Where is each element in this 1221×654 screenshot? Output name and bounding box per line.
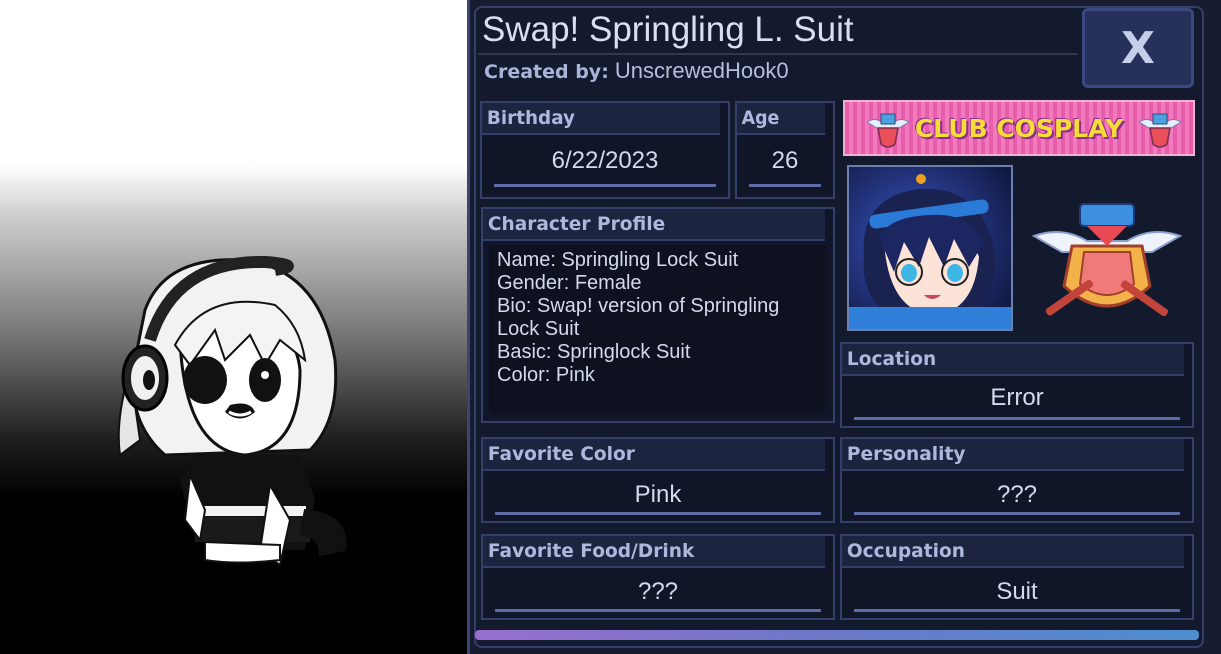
- personality-value: ???: [996, 481, 1038, 508]
- personality-label: Personality: [842, 439, 1184, 471]
- birthday-underline: [494, 184, 716, 187]
- location-field: Location Error: [840, 342, 1194, 428]
- favorite-color-field: Favorite Color Pink: [481, 437, 835, 523]
- favorite-color-label: Favorite Color: [483, 439, 825, 471]
- location-underline: [854, 417, 1180, 420]
- character-stage: [0, 0, 467, 654]
- age-value: 26: [771, 147, 799, 174]
- occupation-label: Occupation: [842, 536, 1184, 568]
- birthday-label: Birthday: [482, 103, 720, 135]
- profile-line-basic: Basic: Springlock Suit: [497, 341, 691, 363]
- created-by-label: Created by:: [484, 61, 609, 83]
- bottom-accent-bar: [475, 630, 1199, 640]
- close-icon: X: [1121, 22, 1155, 74]
- profile-panel: Swap! Springling L. Suit Created by: Uns…: [467, 0, 1221, 654]
- profile-line-gender: Gender: Female: [497, 272, 642, 294]
- favorite-food-value: ???: [637, 578, 679, 605]
- location-label: Location: [842, 344, 1184, 376]
- favorite-food-label: Favorite Food/Drink: [483, 536, 825, 568]
- creator-line: Created by: UnscrewedHook0: [484, 58, 789, 84]
- character-profile-label: Character Profile: [483, 209, 825, 241]
- creator-name: UnscrewedHook0: [614, 58, 789, 83]
- birthday-field: Birthday 6/22/2023: [480, 101, 730, 199]
- club-banner-text: CLUB COSPLAY: [914, 113, 1124, 143]
- profile-line-bio-cont: Lock Suit: [497, 318, 580, 340]
- personality-underline: [854, 512, 1180, 515]
- character-profile-field: Character Profile Name: Springling Lock …: [481, 207, 835, 423]
- age-field: Age 26: [735, 101, 835, 199]
- club-emblem-icon: [1032, 203, 1182, 317]
- club-badge-icon: [1138, 113, 1182, 148]
- occupation-underline: [854, 609, 1180, 612]
- birthday-value: 6/22/2023: [551, 147, 659, 174]
- profile-line-name: Name: Springling Lock Suit: [497, 249, 739, 271]
- occupation-field: Occupation Suit: [840, 534, 1194, 620]
- favorite-food-underline: [495, 609, 821, 612]
- profile-line-bio: Bio: Swap! version of Springling: [497, 295, 780, 317]
- character-sprite: [117, 255, 347, 567]
- location-value: Error: [990, 384, 1044, 411]
- character-avatar[interactable]: [847, 165, 1013, 331]
- close-button[interactable]: X: [1082, 8, 1194, 88]
- favorite-food-field: Favorite Food/Drink ???: [481, 534, 835, 620]
- club-badge-icon: [866, 113, 910, 148]
- favorite-color-value: Pink: [634, 481, 682, 508]
- avatar-illustration: [849, 174, 1011, 329]
- profile-line-color: Color: Pink: [497, 364, 595, 386]
- occupation-value: Suit: [996, 578, 1038, 605]
- personality-field: Personality ???: [840, 437, 1194, 523]
- title-divider: [478, 53, 1078, 55]
- character-profile-text[interactable]: Name: Springling Lock Suit Gender: Femal…: [489, 245, 827, 413]
- favorite-color-underline: [495, 512, 821, 515]
- club-banner: CLUB COSPLAY: [843, 100, 1195, 156]
- age-label: Age: [737, 103, 826, 135]
- profile-title: Swap! Springling L. Suit: [482, 10, 854, 49]
- age-underline: [749, 184, 821, 187]
